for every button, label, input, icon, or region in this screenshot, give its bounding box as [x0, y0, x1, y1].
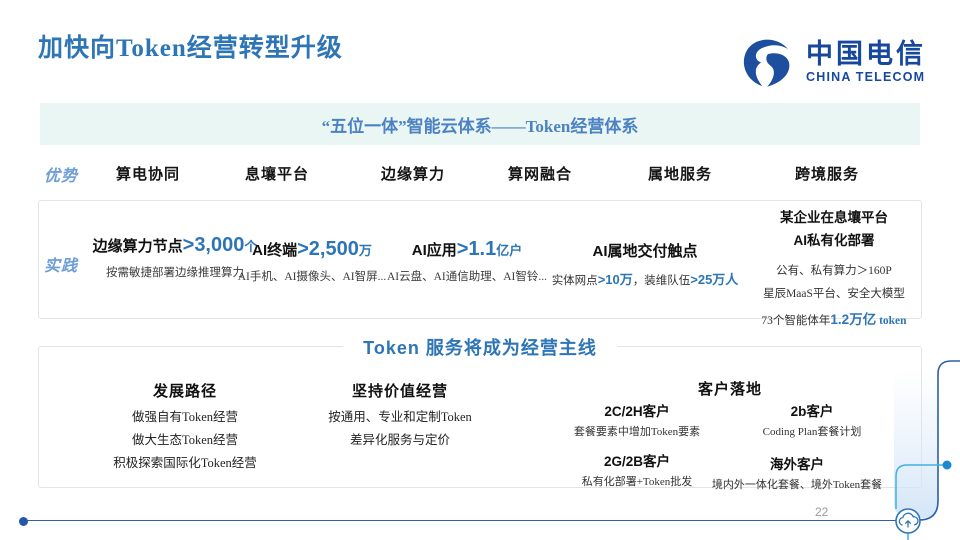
case-line-5-token: token: [876, 315, 906, 327]
card-title: 2C/2H客户: [574, 400, 700, 420]
logo-text: 中国电信 CHINA TELECOM: [806, 40, 926, 83]
advantage-item: 跨境服务: [795, 163, 859, 184]
page-title: 加快向Token经营转型升级: [38, 28, 343, 64]
case-line-1: 某企业在息壤平台: [748, 206, 920, 229]
logo-name-cn: 中国电信: [806, 40, 926, 68]
advantage-item: 算电协同: [116, 163, 180, 184]
stat-prefix: 边缘算力节点: [93, 238, 183, 255]
case-line-2: AI私有化部署: [748, 229, 920, 252]
column-heading-customers: 客户落地: [698, 378, 762, 399]
column-items-value: 按通用、专业和定制Token 差异化服务与定价: [328, 406, 472, 452]
customer-card-2c2h: 2C/2H客户 套餐要素中增加Token要素: [574, 400, 700, 439]
case-line-5-blue: 1.2万亿: [830, 312, 876, 327]
case-line-4: 星辰MaaS平台、安全大模型: [748, 285, 920, 301]
card-title: 2G/2B客户: [582, 450, 693, 470]
card-title: 海外客户: [712, 453, 882, 473]
china-telecom-logo: 中国电信 CHINA TELECOM: [741, 34, 926, 90]
bottom-divider-line: [24, 520, 896, 521]
page-number: 22: [815, 505, 828, 519]
stat-unit: 亿户: [496, 243, 522, 258]
list-item: 做大生态Token经营: [113, 429, 257, 452]
line-end-dot: [19, 517, 28, 526]
case-line-3: 公有、私有算力＞160P: [748, 262, 920, 278]
path-end-dot: [943, 461, 952, 470]
customer-card-overseas: 海外客户 境内外一体化套餐、境外Token套餐: [712, 453, 882, 492]
card-desc: 境内外一体化套餐、境外Token套餐: [712, 476, 882, 492]
card-title: 2b客户: [763, 400, 862, 420]
stat-prefix: AI应用: [412, 242, 457, 259]
list-item: 按通用、专业和定制Token: [328, 406, 472, 429]
banner-title: “五位一体”智能云体系——Token经营体系: [322, 112, 639, 137]
stat-sub: AI云盘、AI通信助理、AI智铃...: [387, 268, 547, 284]
touchpoint-title: AI属地交付触点: [552, 240, 739, 261]
case-line-5: 73个智能体年1.2万亿 token: [748, 308, 920, 328]
stat-unit: 万: [359, 243, 372, 258]
stat-main: AI终端>2,500万: [238, 238, 387, 261]
touchpoint-sub-part-highlight: >25万人: [690, 272, 738, 287]
stat-local-touchpoints: AI属地交付触点 实体网点>10万，装维队伍>25万人: [552, 240, 739, 289]
column-items-dev-path: 做强自有Token经营 做大生态Token经营 积极探索国际化Token经营: [113, 406, 257, 475]
advantages-label: 优势: [44, 162, 78, 186]
mainline-title: Token 服务将成为经营主线: [343, 334, 617, 360]
logo-name-en: CHINA TELECOM: [806, 71, 926, 84]
stat-main: AI应用>1.1亿户: [387, 238, 547, 261]
case-line-5-black: 73个智能体年: [761, 315, 830, 327]
corner-decoration: [860, 330, 960, 540]
slide: 加快向Token经营转型升级 中国电信 CHINA TELECOM “五位一体”…: [0, 0, 960, 540]
customer-card-2g2b: 2G/2B客户 私有化部署+Token批发: [582, 450, 693, 489]
banner: “五位一体”智能云体系——Token经营体系: [40, 103, 920, 145]
touchpoint-sub-part: 实体网点: [552, 275, 598, 287]
touchpoint-sub-part-highlight: >10万: [598, 272, 633, 287]
card-desc: Coding Plan套餐计划: [763, 423, 862, 439]
advantage-item: 属地服务: [648, 163, 712, 184]
advantage-item: 算网融合: [508, 163, 572, 184]
list-item: 积极探索国际化Token经营: [113, 452, 257, 475]
stat-ai-terminals: AI终端>2,500万 AI手机、AI摄像头、AI智屏...: [238, 238, 387, 284]
stat-value: >2,500: [297, 238, 359, 260]
advantage-item: 息壤平台: [245, 163, 309, 184]
gradient-panel: [894, 368, 938, 518]
advantage-item: 边缘算力: [381, 163, 445, 184]
stat-value: >1.1: [457, 238, 496, 260]
china-telecom-swirl-icon: [741, 34, 797, 90]
customer-card-2b: 2b客户 Coding Plan套餐计划: [763, 400, 862, 439]
stat-main: 边缘算力节点>3,000个: [93, 234, 258, 257]
column-heading-dev-path: 发展路径: [153, 380, 217, 401]
stat-edge-nodes: 边缘算力节点>3,000个 按需敏捷部署边缘推理算力: [93, 234, 258, 280]
touchpoint-sub-part: ，装维队伍: [633, 275, 691, 287]
case-study: 某企业在息壤平台 AI私有化部署 公有、私有算力＞160P 星辰MaaS平台、安…: [748, 206, 920, 328]
stat-value: >3,000: [183, 234, 245, 256]
stat-sub: AI手机、AI摄像头、AI智屏...: [238, 268, 387, 284]
card-desc: 套餐要素中增加Token要素: [574, 423, 700, 439]
stat-ai-apps: AI应用>1.1亿户 AI云盘、AI通信助理、AI智铃...: [387, 238, 547, 284]
touchpoint-sub: 实体网点>10万，装维队伍>25万人: [552, 269, 739, 289]
card-desc: 私有化部署+Token批发: [582, 473, 693, 489]
stat-prefix: AI终端: [252, 242, 297, 259]
practice-label: 实践: [44, 252, 78, 276]
column-heading-value: 坚持价值经营: [352, 380, 448, 401]
stat-sub: 按需敏捷部署边缘推理算力: [93, 264, 258, 280]
list-item: 做强自有Token经营: [113, 406, 257, 429]
list-item: 差异化服务与定价: [328, 429, 472, 452]
